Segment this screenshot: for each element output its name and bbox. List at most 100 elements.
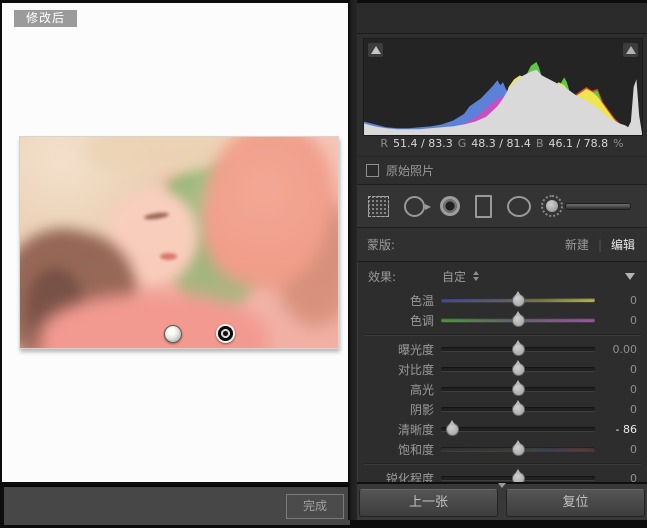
scroll-down-icon[interactable] [498, 483, 506, 488]
slider-value[interactable]: 0 [595, 472, 647, 483]
mask-new-button[interactable]: 新建 [565, 236, 589, 253]
radial-filter-tool[interactable] [507, 196, 531, 217]
r-label: R [380, 137, 388, 150]
slider-track[interactable] [441, 310, 595, 330]
crop-overlay-tool[interactable] [368, 196, 389, 217]
preset-value: 自定 [442, 268, 466, 285]
slider-value[interactable]: 0 [595, 403, 647, 416]
original-photo-label[interactable]: 原始照片 [386, 162, 434, 179]
r-value: 51.4 / 83.3 [393, 137, 453, 150]
panel-button-bar: 上一张 复位 [357, 482, 647, 520]
preset-dropdown[interactable]: 自定 [442, 268, 479, 285]
slider-label: 曝光度 [358, 341, 434, 358]
slider-thumb[interactable] [512, 314, 525, 327]
slider-track[interactable] [441, 419, 595, 439]
slider-row-5: 阴影 0 [358, 399, 647, 419]
slider-group-divider [358, 459, 647, 468]
slider-thumb[interactable] [512, 294, 525, 307]
mask-separator: | [598, 238, 602, 252]
photo-pink-overlay [20, 137, 338, 348]
mask-label: 蒙版: [367, 236, 395, 253]
red-eye-tool[interactable] [440, 196, 460, 216]
slider-label: 阴影 [358, 401, 434, 418]
highlight-clipping-indicator[interactable] [623, 43, 638, 57]
slider-row-6: 清晰度- 86 [358, 419, 647, 439]
mask-edit-button[interactable]: 编辑 [611, 236, 635, 253]
slider-row-7: 饱和度 0 [358, 439, 647, 459]
effect-label: 效果: [368, 268, 396, 285]
preview-toolbar: 完成 [4, 485, 350, 525]
crop-icon [368, 196, 389, 217]
done-button[interactable]: 完成 [286, 494, 344, 519]
spot-removal-tool[interactable] [404, 196, 425, 217]
slider-label: 色调 [358, 312, 434, 329]
slider-row-4: 高光 0 [358, 379, 647, 399]
slider-thumb[interactable] [512, 383, 525, 396]
b-label: B [536, 137, 544, 150]
adjustment-brush-tool[interactable] [546, 200, 631, 212]
slider-value[interactable]: - 86 [595, 423, 647, 436]
highlight-clipping-triangle-icon [626, 46, 636, 54]
shadow-clipping-indicator[interactable] [368, 43, 383, 57]
slider-track[interactable] [441, 439, 595, 459]
slider-thumb[interactable] [512, 472, 525, 482]
slider-track-bar[interactable] [441, 427, 595, 431]
slider-row-1: 色调 0 [358, 310, 647, 330]
histogram[interactable] [363, 38, 643, 136]
panel-divider [348, 0, 357, 520]
slider-track[interactable] [441, 399, 595, 419]
slider-label: 饱和度 [358, 441, 434, 458]
panel-collapse-icon[interactable] [625, 273, 635, 280]
brush-handle-icon [565, 203, 631, 210]
reset-button[interactable]: 复位 [506, 489, 645, 517]
slider-track[interactable] [441, 290, 595, 310]
slider-group-divider [358, 330, 647, 339]
slider-value[interactable]: 0 [595, 363, 647, 376]
mask-row: 蒙版: 新建 | 编辑 [357, 227, 647, 261]
g-value: 48.3 / 81.4 [471, 137, 531, 150]
slider-row-2: 曝光度 0.00 [358, 339, 647, 359]
slider-value[interactable]: 0 [595, 314, 647, 327]
develop-panel: R 51.4 / 83.3 G 48.3 / 81.4 B 46.1 / 78.… [357, 0, 647, 520]
photo-preview-panel: 修改后 完成 [2, 3, 348, 482]
lightroom-develop-window: 修改后 完成 [0, 0, 647, 528]
spot-removal-icon [404, 196, 425, 217]
graduated-filter-tool[interactable] [475, 195, 492, 218]
panel-top-strip [357, 0, 647, 34]
adjustment-brush-icon [546, 200, 558, 212]
shadow-clipping-triangle-icon [371, 46, 381, 54]
slider-label: 对比度 [358, 361, 434, 378]
slider-thumb[interactable] [512, 363, 525, 376]
slider-value[interactable]: 0.00 [595, 343, 647, 356]
slider-list: 色温0色调0曝光度0.00对比度0高光0阴影0清晰度- 86饱和度0锐化程度0 [358, 290, 647, 482]
b-value: 46.1 / 78.8 [548, 137, 608, 150]
histogram-section: R 51.4 / 83.3 G 48.3 / 81.4 B 46.1 / 78.… [357, 34, 647, 156]
radial-filter-icon [507, 196, 531, 217]
previous-button[interactable]: 上一张 [359, 489, 498, 517]
slider-thumb[interactable] [512, 343, 525, 356]
slider-value[interactable]: 0 [595, 294, 647, 307]
slider-thumb[interactable] [512, 403, 525, 416]
slider-label: 高光 [358, 381, 434, 398]
slider-track[interactable] [441, 359, 595, 379]
percent-sign: % [613, 137, 623, 150]
slider-value[interactable]: 0 [595, 443, 647, 456]
original-photo-checkbox[interactable] [366, 164, 379, 177]
photo-canvas[interactable] [19, 136, 339, 349]
updown-icon [473, 271, 479, 281]
slider-thumb[interactable] [446, 423, 459, 436]
slider-track[interactable] [441, 468, 595, 482]
tool-strip [357, 184, 647, 227]
red-eye-icon [440, 196, 460, 216]
slider-thumb[interactable] [512, 443, 525, 456]
adjustment-pin-active[interactable] [216, 324, 235, 343]
slider-label: 锐化程度 [358, 470, 434, 483]
slider-track[interactable] [441, 339, 595, 359]
slider-track[interactable] [441, 379, 595, 399]
after-edit-chip: 修改后 [14, 10, 77, 27]
graduated-filter-icon [475, 195, 492, 218]
adjustment-pin-inactive[interactable] [164, 325, 182, 343]
slider-value[interactable]: 0 [595, 383, 647, 396]
g-label: G [458, 137, 467, 150]
effect-panel: 效果: 自定 色温0色调0曝光度0.00对比度0高光0阴影0清晰度- 86饱和度… [357, 261, 647, 482]
